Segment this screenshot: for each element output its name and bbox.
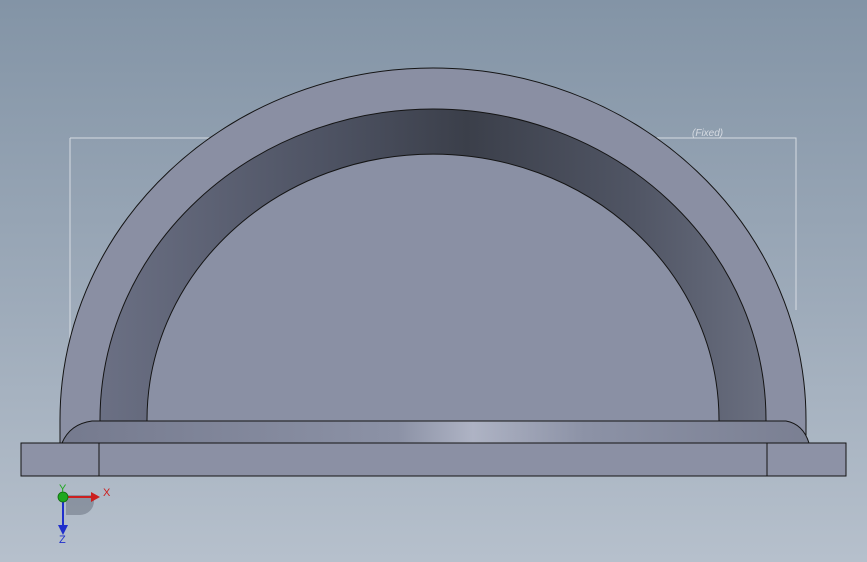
arch-base-lip[interactable] <box>61 420 810 444</box>
x-axis-arrowhead <box>91 492 100 502</box>
reference-triad: X Y Z <box>57 483 111 546</box>
model-view[interactable]: (Fixed) X Y Z <box>0 0 867 562</box>
x-axis-label: X <box>103 487 111 499</box>
z-axis-label: Z <box>59 534 66 546</box>
base-plate[interactable] <box>20 442 847 477</box>
sketch-plane-label: (Fixed) <box>692 128 723 139</box>
graphics-viewport[interactable]: (Fixed) X Y Z <box>0 0 867 562</box>
y-axis-label: Y <box>59 483 67 495</box>
